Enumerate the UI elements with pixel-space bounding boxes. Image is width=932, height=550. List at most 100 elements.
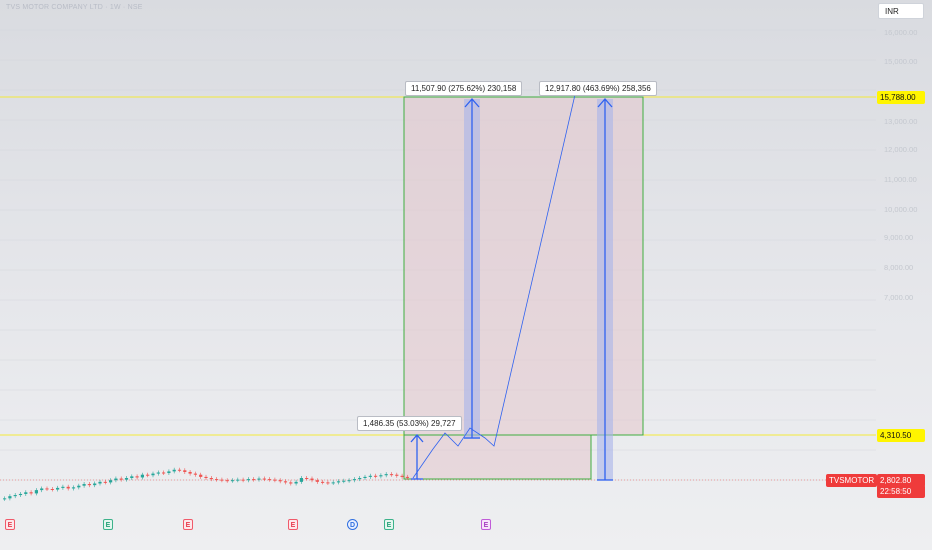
candle [183, 470, 187, 472]
candle [358, 478, 362, 480]
axis-tick: 15,000.00 [884, 57, 918, 66]
candle [193, 473, 197, 475]
axis-tick: 10,000.00 [884, 205, 918, 214]
candle [188, 471, 192, 474]
candle [109, 480, 113, 483]
candle [119, 478, 123, 480]
candle [347, 480, 351, 482]
candle [252, 479, 256, 481]
chart-title: TVS MOTOR COMPANY LTD · 1W · NSE [6, 4, 143, 11]
candle [246, 479, 250, 481]
measure-label-small[interactable]: 1,486.35 (53.03%) 29,727 [357, 416, 462, 431]
axis-tick: 12,000.00 [884, 145, 918, 154]
candle [395, 474, 399, 476]
candle [220, 479, 224, 481]
candle [273, 479, 277, 481]
candle [50, 489, 54, 490]
candle [156, 472, 160, 474]
earnings-event-icon[interactable]: E [288, 519, 298, 530]
countdown-tag: 22:58:50 [877, 485, 925, 498]
candle [151, 473, 155, 476]
candle [215, 479, 219, 481]
candle [71, 487, 76, 489]
lower-level-tag[interactable]: 4,310.50 [877, 429, 925, 442]
candle [363, 476, 367, 478]
candle [294, 481, 298, 484]
candle [87, 484, 91, 486]
axis-tick: 13,000.00 [884, 117, 918, 126]
candle [331, 482, 335, 484]
candle [146, 474, 150, 476]
candle [172, 469, 176, 472]
candle [310, 478, 314, 481]
candle [225, 480, 229, 482]
candle [130, 476, 134, 478]
candle [241, 479, 245, 481]
candle [336, 481, 341, 483]
candle [77, 485, 81, 488]
dividend-event-icon[interactable]: D [347, 519, 358, 530]
currency-selector[interactable]: INR [878, 3, 924, 19]
candle [82, 484, 86, 486]
candle [389, 474, 394, 476]
candle [305, 478, 309, 479]
candle [34, 490, 38, 494]
candle [315, 480, 319, 482]
axis-tick: 8,000.00 [884, 263, 914, 272]
candle [18, 493, 23, 496]
candle [257, 478, 261, 480]
candle [13, 495, 17, 497]
candle [299, 478, 303, 482]
candle [368, 475, 372, 477]
measure-label-mid[interactable]: 11,507.90 (275.62%) 230,158 [405, 81, 523, 96]
candle [8, 496, 12, 499]
candle [236, 479, 240, 481]
earnings-event-icon[interactable]: E [103, 519, 113, 530]
candle [177, 469, 182, 471]
candle [204, 476, 208, 478]
candle [352, 479, 356, 481]
upper-level-tag[interactable]: 15,788.00 [877, 91, 925, 104]
candle [24, 492, 28, 494]
candle [98, 481, 102, 484]
candle [114, 478, 118, 481]
candle [209, 478, 213, 480]
axis-tick: 11,000.00 [884, 175, 917, 184]
candle [326, 482, 330, 484]
candle [140, 474, 144, 478]
measure-label-large[interactable]: 12,917.80 (463.69%) 258,356 [539, 81, 657, 96]
projection-box-small[interactable] [403, 434, 592, 480]
candle [199, 474, 203, 477]
earnings-event-icon[interactable]: E [5, 519, 15, 530]
candle [103, 481, 107, 483]
candlestick-series [3, 467, 409, 501]
axis-tick: 9,000.00 [884, 233, 914, 242]
candle [61, 486, 65, 488]
candle [56, 487, 60, 490]
candle [3, 498, 7, 500]
symbol-tag: TVSMOTOR [826, 474, 877, 487]
candle [29, 492, 33, 494]
candle [162, 472, 166, 474]
candle [289, 482, 293, 484]
earnings-event-icon[interactable]: E [384, 519, 394, 530]
candle [93, 483, 97, 486]
candle [124, 478, 129, 480]
earnings-event-icon[interactable]: E [183, 519, 193, 530]
candle [45, 488, 49, 490]
candle [262, 478, 266, 480]
candle [283, 481, 288, 483]
candle [405, 476, 409, 478]
candle [230, 480, 235, 482]
axis-tick: 16,000.00 [884, 28, 918, 37]
candle [135, 476, 139, 478]
candle [342, 480, 346, 482]
candle [400, 475, 404, 477]
candle [66, 486, 70, 489]
candle [374, 475, 378, 477]
candle [167, 471, 171, 474]
candle [384, 474, 388, 476]
earnings-event-icon[interactable]: E [481, 519, 491, 530]
candle [379, 475, 383, 477]
axis-tick: 7,000.00 [884, 293, 914, 302]
